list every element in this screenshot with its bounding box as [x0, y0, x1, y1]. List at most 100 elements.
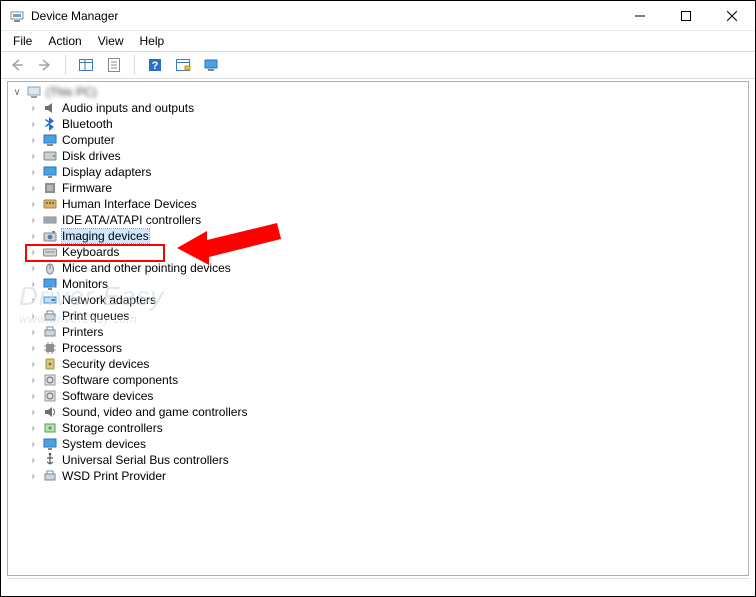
minimize-button[interactable] [617, 1, 663, 31]
close-button[interactable] [709, 1, 755, 31]
expand-chevron-icon[interactable]: › [26, 293, 40, 307]
tree-item-network[interactable]: › Network adapters [26, 292, 746, 308]
tree-item-printers[interactable]: › Printers [26, 324, 746, 340]
tree-item-label: Display adapters [62, 165, 151, 179]
tree-item-label: Disk drives [62, 149, 121, 163]
tree-item-hid[interactable]: › Human Interface Devices [26, 196, 746, 212]
back-button[interactable] [5, 53, 29, 77]
wsd-icon [42, 468, 58, 484]
expand-chevron-icon[interactable]: › [26, 181, 40, 195]
tree-item-processors[interactable]: › Processors [26, 340, 746, 356]
tree-item-ide[interactable]: ›IDE ATA/ATAPI controllers [26, 212, 746, 228]
expand-chevron-icon[interactable]: › [26, 389, 40, 403]
titlebar: Device Manager [1, 1, 755, 31]
expand-chevron-icon[interactable]: › [26, 229, 40, 243]
tree-root[interactable]: ∨(This PC) [10, 84, 746, 100]
system-icon [42, 436, 58, 452]
expand-chevron-icon[interactable]: › [26, 149, 40, 163]
imaging-icon [42, 228, 58, 244]
tree-item-printq[interactable]: ›Print queues [26, 308, 746, 324]
computer-icon [26, 84, 42, 100]
printq-icon [42, 308, 58, 324]
toolbar: ? [1, 51, 755, 79]
usb-icon [42, 452, 58, 468]
tree-item-label: Printers [62, 325, 103, 339]
expand-chevron-icon[interactable]: › [26, 245, 40, 259]
menu-action[interactable]: Action [40, 32, 89, 50]
tree-item-label: Processors [62, 341, 122, 355]
tree-item-wsd[interactable]: ›WSD Print Provider [26, 468, 746, 484]
menu-view[interactable]: View [90, 32, 132, 50]
forward-button[interactable] [33, 53, 57, 77]
tree-item-bluetooth[interactable]: ›Bluetooth [26, 116, 746, 132]
help-button[interactable]: ? [143, 53, 167, 77]
expand-chevron-icon[interactable]: › [26, 437, 40, 451]
swcomp-icon [42, 372, 58, 388]
devices-button[interactable] [199, 53, 223, 77]
monitors-icon [42, 276, 58, 292]
swdev-icon [42, 388, 58, 404]
keyboards-icon [42, 244, 58, 260]
expand-chevron-icon[interactable]: › [26, 357, 40, 371]
expand-chevron-icon[interactable]: › [26, 277, 40, 291]
tree-item-security[interactable]: ›Security devices [26, 356, 746, 372]
expand-chevron-icon[interactable]: › [26, 101, 40, 115]
tree-item-system[interactable]: ›System devices [26, 436, 746, 452]
expand-chevron-icon[interactable]: › [26, 133, 40, 147]
tree-item-label: Human Interface Devices [62, 197, 197, 211]
expand-chevron-icon[interactable]: › [26, 373, 40, 387]
expand-chevron-icon[interactable]: › [26, 421, 40, 435]
expand-chevron-icon[interactable]: › [26, 405, 40, 419]
bluetooth-icon [42, 116, 58, 132]
device-tree-pane[interactable]: ∨(This PC)›Audio inputs and outputs›Blue… [7, 81, 749, 576]
tree-item-mice[interactable]: › Mice and other pointing devices [26, 260, 746, 276]
tree-item-label: Network adapters [62, 293, 156, 307]
svg-text:?: ? [152, 60, 159, 72]
tree-item-label: Mice and other pointing devices [62, 261, 231, 275]
menu-file[interactable]: File [5, 32, 40, 50]
tree-item-label: Software devices [62, 389, 153, 403]
toolbar-separator [65, 55, 66, 75]
computer-icon [42, 132, 58, 148]
expand-chevron-icon[interactable]: › [26, 469, 40, 483]
mice-icon [42, 260, 58, 276]
maximize-button[interactable] [663, 1, 709, 31]
tree-item-label: Imaging devices [62, 229, 149, 243]
status-bar [7, 578, 749, 592]
properties-button[interactable] [102, 53, 126, 77]
tree-item-storage[interactable]: ›Storage controllers [26, 420, 746, 436]
audio-icon [42, 100, 58, 116]
tree-item-computer[interactable]: ›Computer [26, 132, 746, 148]
expand-chevron-icon[interactable]: › [26, 341, 40, 355]
expand-chevron-icon[interactable]: ∨ [10, 85, 24, 99]
menu-help[interactable]: Help [132, 32, 173, 50]
network-icon [42, 292, 58, 308]
expand-chevron-icon[interactable]: › [26, 213, 40, 227]
expand-chevron-icon[interactable]: › [26, 165, 40, 179]
window-title: Device Manager [31, 9, 617, 23]
tree-item-keyboards[interactable]: › Keyboards [26, 244, 746, 260]
show-hide-console-button[interactable] [74, 53, 98, 77]
expand-chevron-icon[interactable]: › [26, 309, 40, 323]
storage-icon [42, 420, 58, 436]
expand-chevron-icon[interactable]: › [26, 117, 40, 131]
tree-item-firmware[interactable]: ›Firmware [26, 180, 746, 196]
expand-chevron-icon[interactable]: › [26, 325, 40, 339]
tree-item-label: Keyboards [62, 245, 119, 259]
tree-item-disk[interactable]: › Disk drives [26, 148, 746, 164]
tree-item-audio[interactable]: ›Audio inputs and outputs [26, 100, 746, 116]
hid-icon [42, 196, 58, 212]
tree-item-swdev[interactable]: › Software devices [26, 388, 746, 404]
tree-item-sound[interactable]: ›Sound, video and game controllers [26, 404, 746, 420]
tree-item-display[interactable]: › Display adapters [26, 164, 746, 180]
tree-item-imaging[interactable]: › Imaging devices [26, 228, 746, 244]
tree-item-usb[interactable]: › Universal Serial Bus controllers [26, 452, 746, 468]
expand-chevron-icon[interactable]: › [26, 453, 40, 467]
tree-item-monitors[interactable]: ›Monitors [26, 276, 746, 292]
tree-item-swcomp[interactable]: ›Software components [26, 372, 746, 388]
printers-icon [42, 324, 58, 340]
expand-chevron-icon[interactable]: › [26, 197, 40, 211]
scan-hardware-button[interactable] [171, 53, 195, 77]
expand-chevron-icon[interactable]: › [26, 261, 40, 275]
tree-item-label: Universal Serial Bus controllers [62, 453, 229, 467]
